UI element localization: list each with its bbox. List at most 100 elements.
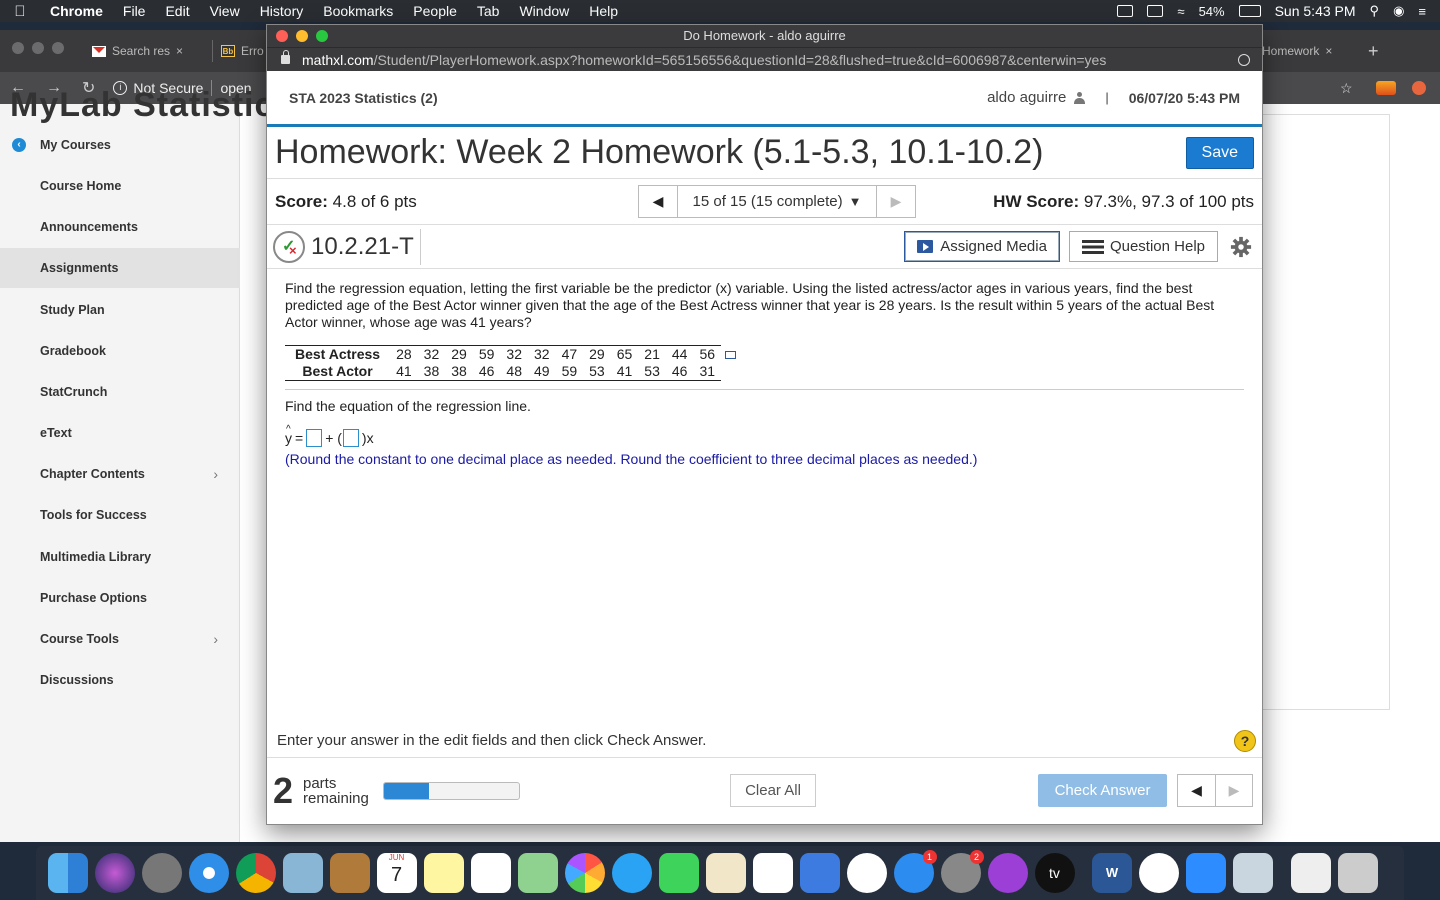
copy-data-icon[interactable] bbox=[725, 351, 737, 360]
sidebar-item-course-home[interactable]: Course Home bbox=[0, 166, 240, 206]
save-button[interactable]: Save bbox=[1185, 136, 1254, 169]
pages-icon[interactable] bbox=[705, 853, 746, 893]
sidebar-item-announcements[interactable]: Announcements bbox=[0, 207, 240, 247]
user-info[interactable]: aldo aguirre bbox=[987, 89, 1086, 106]
calendar-icon[interactable]: JUN 7 bbox=[376, 853, 417, 893]
facetime-icon[interactable] bbox=[658, 853, 699, 893]
keynote-icon[interactable] bbox=[799, 853, 840, 893]
messages-icon[interactable] bbox=[611, 853, 652, 893]
menu-app-chrome[interactable]: Chrome bbox=[40, 3, 113, 19]
sidebar-item-multimedia-library[interactable]: Multimedia Library bbox=[0, 537, 240, 577]
finder-icon[interactable] bbox=[47, 853, 88, 893]
menu-bookmarks[interactable]: Bookmarks bbox=[313, 3, 403, 19]
clear-all-button[interactable]: Clear All bbox=[730, 774, 816, 807]
menu-window[interactable]: Window bbox=[509, 3, 579, 19]
sidebar-item-statcrunch[interactable]: StatCrunch bbox=[0, 372, 240, 412]
sidebar-item-course-tools[interactable]: Course Tools › bbox=[0, 619, 240, 659]
preview-icon[interactable] bbox=[282, 853, 323, 893]
contacts-icon[interactable] bbox=[329, 853, 370, 893]
bg-tab-blackboard[interactable]: Bb Erro bbox=[212, 40, 266, 62]
sidebar-item-my-courses[interactable]: ‹ My Courses bbox=[0, 125, 240, 165]
menu-help[interactable]: Help bbox=[579, 3, 628, 19]
sidebar-item-gradebook[interactable]: Gradebook bbox=[0, 331, 240, 371]
sidebar-item-discussions[interactable]: Discussions bbox=[0, 660, 240, 700]
assigned-media-label: Assigned Media bbox=[940, 238, 1047, 255]
gear-icon[interactable] bbox=[1230, 236, 1252, 258]
close-dot[interactable] bbox=[276, 30, 288, 42]
clock[interactable]: Sun 5:43 PM bbox=[1275, 3, 1356, 19]
notes-icon[interactable] bbox=[423, 853, 464, 893]
triangle-left-icon: ◀ bbox=[652, 193, 664, 209]
sidebar-item-assignments[interactable]: Assignments bbox=[0, 248, 240, 288]
bg-close-dot[interactable] bbox=[12, 42, 24, 54]
bookmark-star-icon[interactable]: ☆ bbox=[1340, 80, 1353, 97]
minimize-dot[interactable] bbox=[296, 30, 308, 42]
apple-icon[interactable]:  bbox=[0, 3, 40, 20]
extension-icon[interactable] bbox=[1376, 81, 1396, 95]
sidebar-item-tools-for-success[interactable]: Tools for Success bbox=[0, 495, 240, 535]
menu-history[interactable]: History bbox=[250, 3, 314, 19]
documents-stack-icon[interactable] bbox=[1290, 853, 1331, 893]
apple-tv-icon[interactable]: tv bbox=[1034, 853, 1075, 893]
battery-percent[interactable]: 54% bbox=[1199, 4, 1225, 19]
notification-center-icon[interactable]: ≡ bbox=[1418, 4, 1426, 19]
profile-icon[interactable] bbox=[1412, 81, 1426, 95]
tab-close-icon[interactable]: × bbox=[176, 44, 183, 58]
music-icon[interactable] bbox=[1139, 853, 1179, 893]
safari-icon[interactable] bbox=[188, 853, 229, 893]
numbers-icon[interactable] bbox=[752, 853, 793, 893]
photos-icon[interactable] bbox=[564, 853, 605, 893]
podcasts-icon[interactable] bbox=[987, 853, 1028, 893]
check-answer-button[interactable]: Check Answer bbox=[1038, 774, 1167, 807]
sidebar-item-chapter-contents[interactable]: Chapter Contents › bbox=[0, 454, 240, 494]
coefficient-answer-input[interactable] bbox=[342, 429, 359, 447]
bg-tab-gmail[interactable]: Search res × bbox=[92, 40, 202, 62]
siri-dock-icon[interactable] bbox=[94, 853, 135, 893]
sidebar-item-etext[interactable]: eText bbox=[0, 413, 240, 453]
question-selector[interactable]: 15 of 15 (15 complete) ▼ bbox=[677, 186, 877, 217]
new-tab-icon[interactable]: + bbox=[1368, 40, 1379, 62]
tab-close-icon[interactable]: × bbox=[1325, 44, 1332, 58]
menu-tab[interactable]: Tab bbox=[467, 3, 510, 19]
image-capture-icon[interactable] bbox=[1233, 853, 1273, 893]
help-icon[interactable]: ? bbox=[1234, 730, 1256, 752]
trash-icon[interactable] bbox=[1337, 853, 1378, 893]
spotlight-icon[interactable]: ⚲ bbox=[1370, 3, 1380, 19]
bottom-question-navigator: ◀ ▶ bbox=[1177, 774, 1253, 807]
bg-zoom-dot[interactable] bbox=[52, 42, 64, 54]
menu-edit[interactable]: Edit bbox=[155, 3, 199, 19]
url-host[interactable]: mathxl.com bbox=[302, 52, 374, 68]
app-store-icon[interactable]: 1 bbox=[893, 850, 937, 893]
word-icon[interactable]: W bbox=[1092, 853, 1132, 893]
previous-question-button[interactable]: ◀ bbox=[639, 186, 677, 217]
question-help-button[interactable]: Question Help bbox=[1068, 231, 1218, 262]
sidebar-item-purchase-options[interactable]: Purchase Options bbox=[0, 578, 240, 618]
bg-minimize-dot[interactable] bbox=[32, 42, 44, 54]
siri-icon[interactable]: ◉ bbox=[1393, 3, 1404, 19]
menu-view[interactable]: View bbox=[200, 3, 250, 19]
next-question-button[interactable]: ▶ bbox=[1215, 775, 1252, 806]
battery-icon[interactable] bbox=[1238, 5, 1261, 17]
reminders-icon[interactable] bbox=[470, 853, 511, 893]
url-path[interactable]: /Student/PlayerHomework.aspx?homeworkId=… bbox=[374, 52, 1107, 68]
bg-tab-homework[interactable]: Homework × bbox=[1262, 40, 1352, 62]
constant-answer-input[interactable] bbox=[306, 429, 323, 447]
system-preferences-icon[interactable]: 2 bbox=[940, 850, 984, 893]
zoom-icon[interactable] bbox=[1238, 53, 1250, 66]
sidebar-item-study-plan[interactable]: Study Plan bbox=[0, 290, 240, 330]
assigned-media-button[interactable]: Assigned Media bbox=[904, 231, 1060, 262]
launchpad-icon[interactable] bbox=[141, 853, 182, 893]
next-question-button[interactable]: ▶ bbox=[877, 186, 915, 217]
chrome-icon[interactable] bbox=[235, 853, 276, 893]
zoom-app-icon[interactable] bbox=[1186, 853, 1226, 893]
screen-record-icon[interactable] bbox=[1117, 5, 1134, 17]
maps-icon[interactable] bbox=[517, 853, 558, 893]
zoom-dot[interactable] bbox=[316, 30, 328, 42]
news-icon[interactable] bbox=[846, 853, 887, 893]
menu-file[interactable]: File bbox=[113, 3, 156, 19]
airplay-icon[interactable] bbox=[1147, 5, 1164, 17]
previous-question-button[interactable]: ◀ bbox=[1178, 775, 1215, 806]
menu-people[interactable]: People bbox=[403, 3, 467, 19]
wifi-icon[interactable]: ≈ bbox=[1177, 4, 1184, 19]
sidebar-item-label: StatCrunch bbox=[40, 385, 108, 399]
